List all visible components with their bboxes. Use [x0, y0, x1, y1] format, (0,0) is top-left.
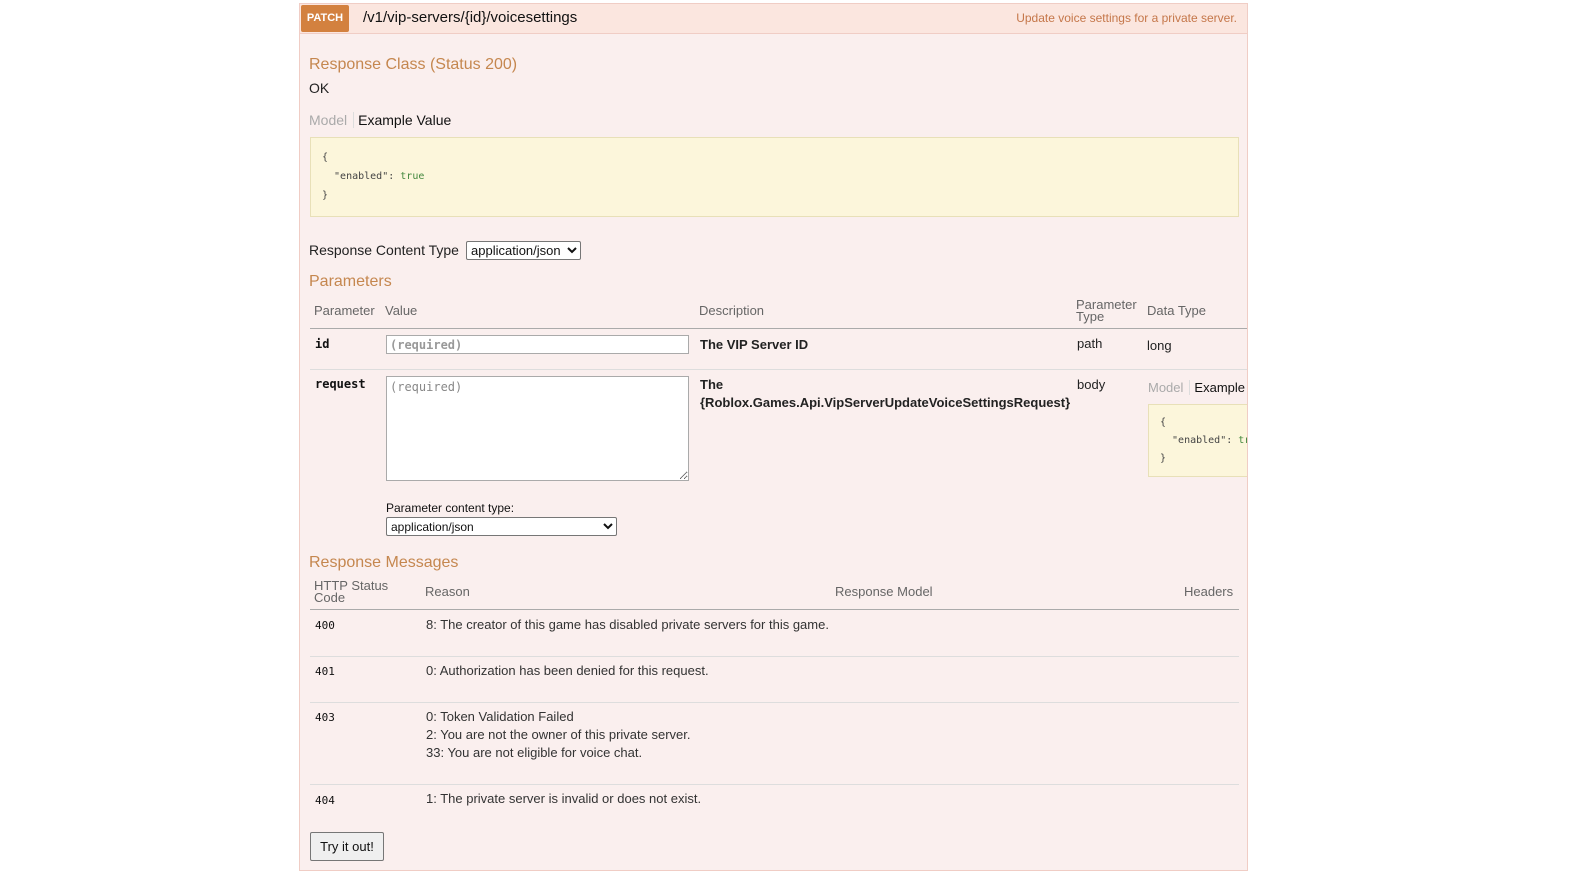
id-input[interactable] [386, 335, 689, 354]
response-status-text: OK [309, 80, 330, 96]
tab-example-value[interactable]: Example Value [1190, 380, 1247, 395]
tab-model[interactable]: Model [1148, 380, 1191, 395]
column-response-model: Response Model [835, 584, 933, 599]
divider [310, 328, 1247, 329]
column-reason: Reason [425, 584, 470, 599]
column-http-status-code: HTTP Status Code [314, 578, 389, 605]
tab-example-value[interactable]: Example Value [354, 112, 451, 128]
reason: 8: The creator of this game has disabled… [426, 617, 829, 632]
response-model-tabs: Model Example Value [309, 112, 451, 128]
param-description-model[interactable]: {Roblox.Games.Api.VipServerUpdateVoiceSe… [700, 395, 1070, 410]
column-description: Description [699, 303, 765, 318]
request-example-snippet[interactable]: { "enabled": true } [1148, 404, 1247, 477]
operation-heading[interactable]: PATCH /v1/vip-servers/{id}/voicesettings… [300, 4, 1247, 34]
status-code: 403 [315, 711, 335, 724]
divider [310, 656, 1239, 657]
column-parameter-type: Parameter Type [1076, 297, 1137, 324]
status-code: 404 [315, 794, 335, 807]
method-badge[interactable]: PATCH [301, 5, 349, 32]
response-content-type-label: Response Content Type [309, 242, 459, 258]
status-code: 400 [315, 619, 335, 632]
column-data-type: Data Type [1147, 303, 1207, 318]
parameter-content-type-select[interactable]: application/json [386, 517, 617, 536]
request-model-tabs: ModelExample Value [1148, 380, 1247, 395]
param-type: body [1077, 377, 1106, 392]
parameters-heading: Parameters [309, 273, 392, 290]
param-type: path [1077, 336, 1103, 351]
param-description: The VIP Server ID [700, 337, 809, 352]
parameter-content-type-label: Parameter content type: [386, 501, 515, 515]
divider [310, 609, 1239, 610]
status-code: 401 [315, 665, 335, 678]
divider [310, 369, 1247, 370]
endpoint-summary[interactable]: Update voice settings for a private serv… [1016, 11, 1237, 25]
reason: 0: Authorization has been denied for thi… [426, 663, 709, 678]
column-parameter: Parameter [314, 303, 375, 318]
response-messages-heading: Response Messages [309, 554, 459, 571]
response-example-snippet: { "enabled": true } [310, 137, 1239, 217]
tab-model[interactable]: Model [309, 112, 355, 128]
try-it-out-button[interactable]: Try it out! [310, 832, 384, 861]
divider [310, 702, 1239, 703]
request-body-textarea[interactable] [386, 376, 689, 481]
operation-panel: PATCH /v1/vip-servers/{id}/voicesettings… [299, 3, 1248, 871]
param-name: id [315, 337, 330, 351]
reason: 0: Token Validation Failed 2: You are no… [426, 709, 691, 760]
response-content-type-select[interactable]: application/json [466, 241, 581, 260]
reason: 1: The private server is invalid or does… [426, 791, 702, 806]
param-description: The [700, 377, 724, 392]
response-class-heading: Response Class (Status 200) [309, 56, 518, 73]
data-type: long [1147, 338, 1172, 353]
column-value: Value [385, 303, 418, 318]
param-name: request [315, 377, 366, 391]
endpoint-path[interactable]: /v1/vip-servers/{id}/voicesettings [363, 9, 577, 26]
divider [310, 784, 1239, 785]
column-headers: Headers [1184, 584, 1234, 599]
